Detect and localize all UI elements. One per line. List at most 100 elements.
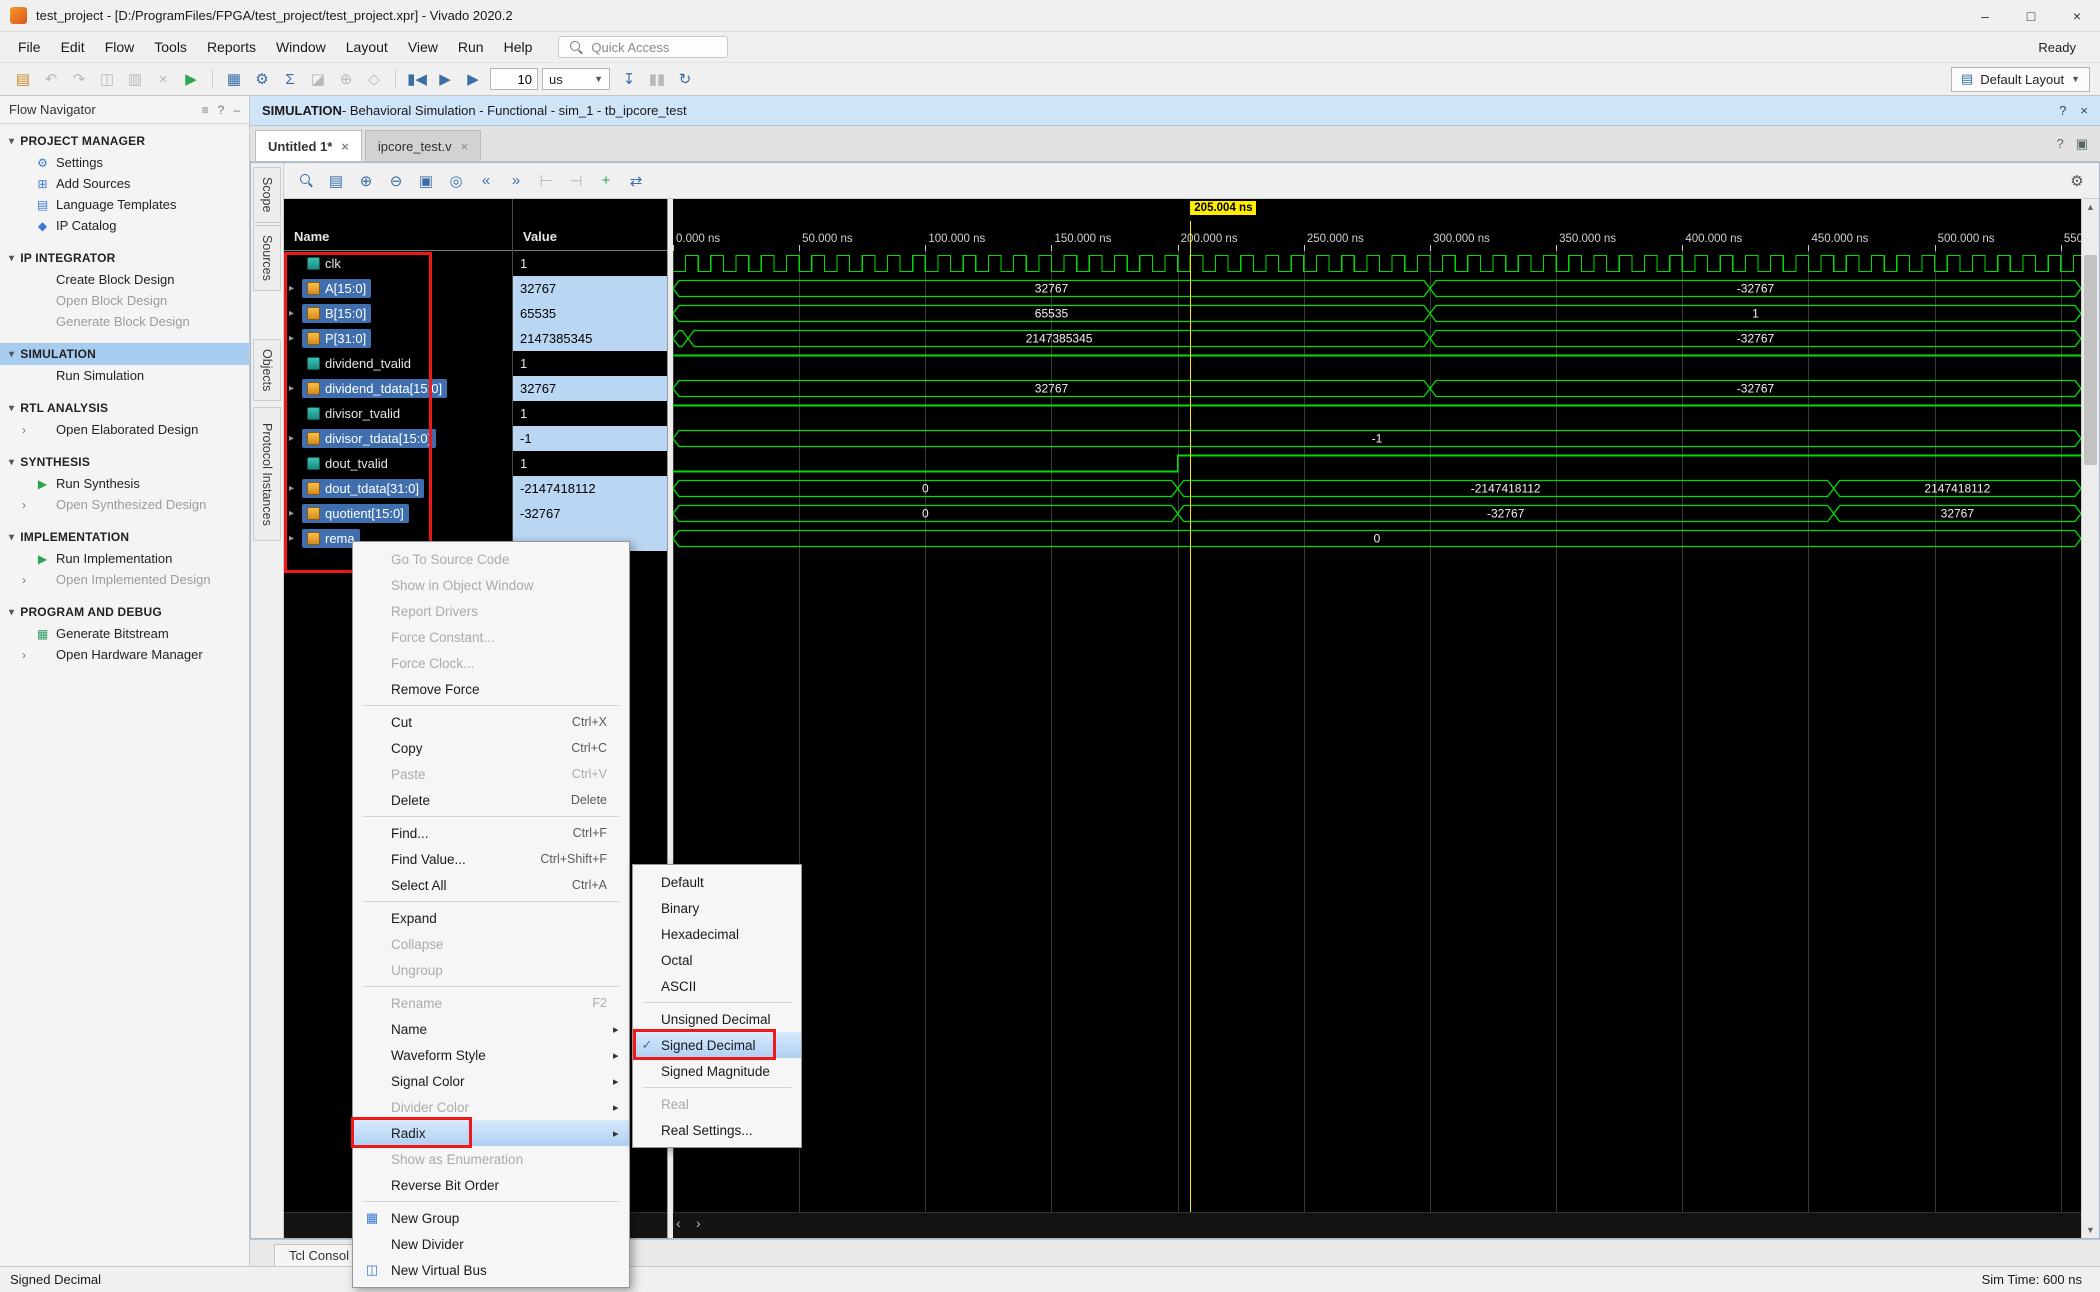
- menu-item-paste[interactable]: PasteCtrl+V: [353, 761, 629, 787]
- layout-selector[interactable]: ▤ Default Layout ▼: [1951, 67, 2090, 92]
- menu-item-select-all[interactable]: Select AllCtrl+A: [353, 872, 629, 898]
- minimize-button[interactable]: –: [1962, 0, 2008, 31]
- collapse-all-icon[interactable]: ≡: [202, 103, 209, 117]
- dashboard-icon[interactable]: ▦: [221, 67, 247, 91]
- flow-item-create-block-design[interactable]: Create Block Design: [0, 269, 249, 290]
- signal-value[interactable]: -1: [513, 426, 667, 451]
- waveform-row[interactable]: 655351: [673, 301, 2081, 326]
- menu-item-copy[interactable]: CopyCtrl+C: [353, 735, 629, 761]
- menu-item-expand[interactable]: Expand: [353, 905, 629, 931]
- maximize-button[interactable]: □: [2008, 0, 2054, 31]
- run-for-icon[interactable]: ▶: [460, 67, 486, 91]
- settings-gear-icon[interactable]: ⚙: [249, 67, 275, 91]
- menu-item-new-virtual-bus[interactable]: ◫New Virtual Bus: [353, 1257, 629, 1283]
- close-icon[interactable]: ×: [341, 139, 349, 154]
- tab-ipcore-test-v[interactable]: ipcore_test.v×: [365, 130, 481, 161]
- menu-item-show-in-object-window[interactable]: Show in Object Window: [353, 572, 629, 598]
- signal-name[interactable]: dout_tdata[31:0]: [302, 479, 424, 498]
- signal-value[interactable]: 1: [513, 351, 667, 376]
- vertical-scrollbar[interactable]: ▲ ▼: [2081, 199, 2099, 1238]
- menu-item-go-to-source-code[interactable]: Go To Source Code: [353, 546, 629, 572]
- signal-name[interactable]: clk: [302, 254, 346, 273]
- run-icon[interactable]: ▶: [178, 67, 204, 91]
- side-tab-protocol-instances[interactable]: Protocol Instances: [253, 407, 281, 541]
- waveform-row[interactable]: 32767-32767: [673, 276, 2081, 301]
- zoom-in-icon[interactable]: ⊕: [353, 168, 379, 194]
- menu-flow[interactable]: Flow: [95, 36, 145, 58]
- waveform-row[interactable]: 0-3276732767: [673, 501, 2081, 526]
- scroll-left-icon[interactable]: ‹: [676, 1215, 681, 1231]
- help-icon[interactable]: ?: [2059, 103, 2066, 118]
- signal-value[interactable]: 32767: [513, 276, 667, 301]
- scrollbar-thumb[interactable]: [2084, 255, 2097, 465]
- menu-item-cut[interactable]: CutCtrl+X: [353, 709, 629, 735]
- menu-item-radix[interactable]: Radix▸: [353, 1120, 629, 1146]
- menu-item-divider-color[interactable]: Divider Color▸: [353, 1094, 629, 1120]
- save-waveform-icon[interactable]: ▤: [323, 168, 349, 194]
- menu-item-waveform-style[interactable]: Waveform Style▸: [353, 1042, 629, 1068]
- undo-icon[interactable]: ↶: [38, 67, 64, 91]
- flow-section-title-synthesis[interactable]: ▾SYNTHESIS: [0, 451, 249, 473]
- flow-section-title-program-and-debug[interactable]: ▾PROGRAM AND DEBUG: [0, 601, 249, 623]
- float-window-icon[interactable]: ▣: [2076, 136, 2088, 152]
- menu-item-force-constant[interactable]: Force Constant...: [353, 624, 629, 650]
- edit-icon[interactable]: ◇: [361, 67, 387, 91]
- menu-item-new-divider[interactable]: New Divider: [353, 1231, 629, 1257]
- side-tab-scope[interactable]: Scope: [253, 167, 281, 223]
- flow-item-open-synthesized-design[interactable]: ›Open Synthesized Design: [0, 494, 249, 515]
- menu-item-force-clock[interactable]: Force Clock...: [353, 650, 629, 676]
- flow-item-ip-catalog[interactable]: ◆IP Catalog: [0, 215, 249, 236]
- signal-name[interactable]: A[15:0]: [302, 279, 371, 298]
- side-tab-sources[interactable]: Sources: [253, 225, 281, 291]
- prev-transition-icon[interactable]: «: [473, 168, 499, 194]
- add-marker-icon[interactable]: +: [593, 168, 619, 194]
- menu-item-delete[interactable]: DeleteDelete: [353, 787, 629, 813]
- flow-section-title-rtl-analysis[interactable]: ▾RTL ANALYSIS: [0, 397, 249, 419]
- signal-row-divisor-tdata-15-0[interactable]: ▸divisor_tdata[15:0]: [284, 426, 512, 451]
- menu-layout[interactable]: Layout: [336, 36, 398, 58]
- flow-section-title-project-manager[interactable]: ▾PROJECT MANAGER: [0, 130, 249, 152]
- flow-item-generate-block-design[interactable]: Generate Block Design: [0, 311, 249, 332]
- menu-reports[interactable]: Reports: [197, 36, 266, 58]
- signal-row-clk[interactable]: clk: [284, 251, 512, 276]
- menu-item-real[interactable]: Real: [633, 1091, 801, 1117]
- signal-value[interactable]: 1: [513, 451, 667, 476]
- menu-item-signed-magnitude[interactable]: Signed Magnitude: [633, 1058, 801, 1084]
- zoom-out-icon[interactable]: ⊖: [383, 168, 409, 194]
- next-transition-icon[interactable]: »: [503, 168, 529, 194]
- menu-view[interactable]: View: [398, 36, 448, 58]
- step-icon[interactable]: ↧: [616, 67, 642, 91]
- time-ruler[interactable]: 205.004 ns 0.000 ns50.000 ns100.000 ns15…: [673, 199, 2081, 251]
- last-transition-icon[interactable]: ⊣: [563, 168, 589, 194]
- probe-icon[interactable]: ⊕: [333, 67, 359, 91]
- signal-name[interactable]: quotient[15:0]: [302, 504, 409, 523]
- swap-cursor-icon[interactable]: ⇄: [623, 168, 649, 194]
- waveform-row[interactable]: [673, 351, 2081, 376]
- menu-item-signed-decimal[interactable]: ✓Signed Decimal: [633, 1032, 801, 1058]
- flow-item-run-synthesis[interactable]: ▶Run Synthesis: [0, 473, 249, 494]
- scroll-right-icon[interactable]: ›: [696, 1215, 701, 1231]
- signal-row-dout-tdata-31-0[interactable]: ▸dout_tdata[31:0]: [284, 476, 512, 501]
- waveform-row[interactable]: 0: [673, 526, 2081, 551]
- flow-item-generate-bitstream[interactable]: ▦Generate Bitstream: [0, 623, 249, 644]
- menu-item-unsigned-decimal[interactable]: Unsigned Decimal: [633, 1006, 801, 1032]
- menu-edit[interactable]: Edit: [51, 36, 95, 58]
- minimize-panel-icon[interactable]: –: [233, 103, 240, 117]
- signal-row-p-31-0[interactable]: ▸P[31:0]: [284, 326, 512, 351]
- signal-value[interactable]: 1: [513, 401, 667, 426]
- menu-item-reverse-bit-order[interactable]: Reverse Bit Order: [353, 1172, 629, 1198]
- menu-item-report-drivers[interactable]: Report Drivers: [353, 598, 629, 624]
- menu-item-new-group[interactable]: ▦New Group: [353, 1205, 629, 1231]
- menu-item-remove-force[interactable]: Remove Force: [353, 676, 629, 702]
- relaunch-icon[interactable]: ↻: [672, 67, 698, 91]
- quick-access-search[interactable]: Quick Access: [558, 36, 728, 58]
- sum-icon[interactable]: Σ: [277, 67, 303, 91]
- side-tab-objects[interactable]: Objects: [253, 339, 281, 401]
- menu-item-binary[interactable]: Binary: [633, 895, 801, 921]
- signal-row-b-15-0[interactable]: ▸B[15:0]: [284, 301, 512, 326]
- menu-item-default[interactable]: Default: [633, 869, 801, 895]
- flow-item-open-block-design[interactable]: Open Block Design: [0, 290, 249, 311]
- signal-value[interactable]: 65535: [513, 301, 667, 326]
- paste-icon[interactable]: ▥: [122, 67, 148, 91]
- waveform-row[interactable]: -1: [673, 426, 2081, 451]
